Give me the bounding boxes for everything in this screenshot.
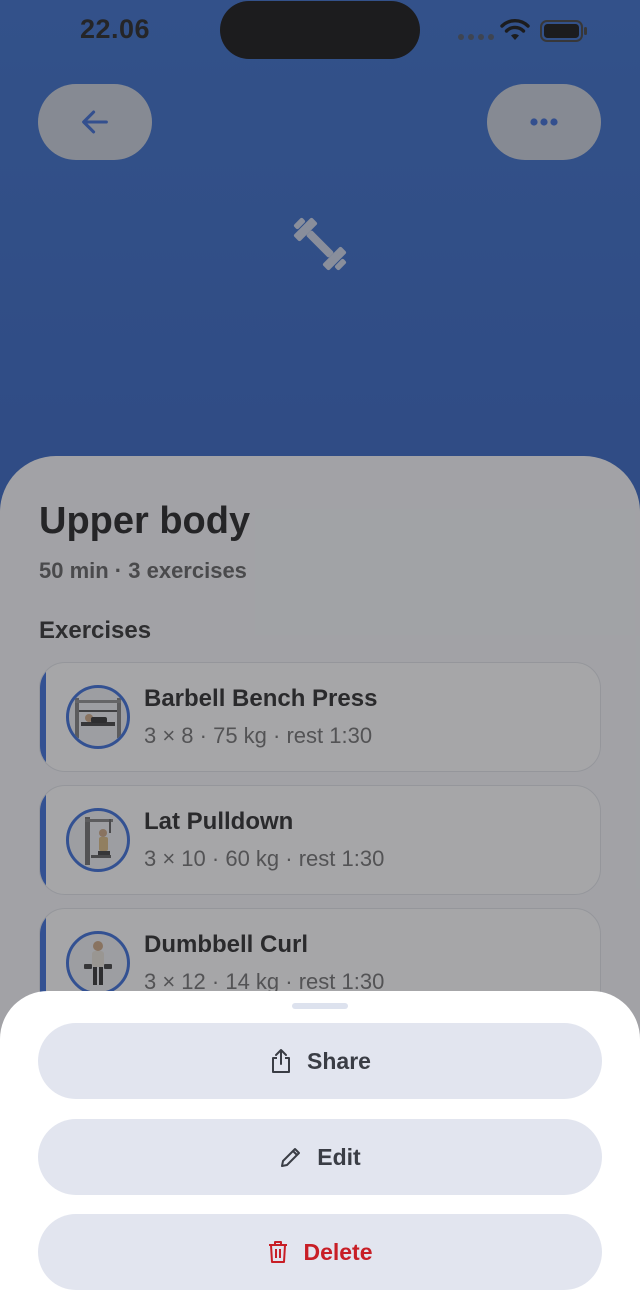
workout-detail-screen: 22.06 Upper body 50 min · 3 exercises Ex… — [0, 0, 640, 1312]
delete-label: Delete — [303, 1238, 373, 1265]
share-label: Share — [307, 1047, 371, 1074]
sheet-drag-handle[interactable] — [292, 1003, 348, 1009]
share-icon — [272, 1049, 291, 1073]
edit-label: Edit — [317, 1143, 361, 1170]
trash-icon — [269, 1241, 288, 1263]
edit-button[interactable]: Edit — [38, 1119, 602, 1195]
share-button[interactable]: Share — [38, 1023, 602, 1099]
action-sheet: Share Edit Delete — [0, 991, 640, 1312]
delete-button[interactable]: Delete — [38, 1214, 602, 1290]
pencil-icon — [281, 1148, 301, 1167]
